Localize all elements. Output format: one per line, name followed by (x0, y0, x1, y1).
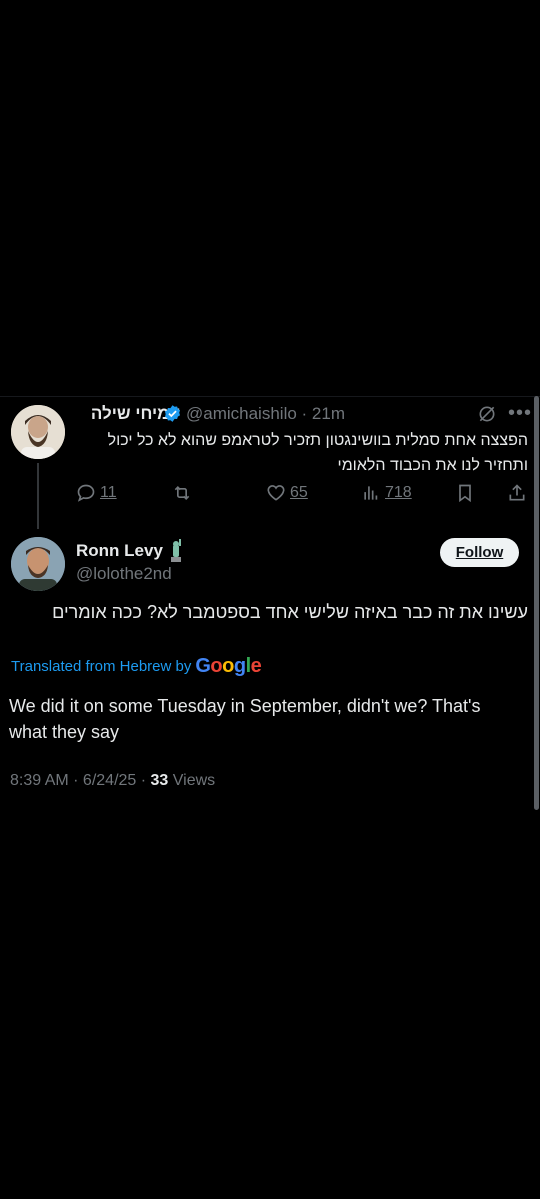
verified-badge-icon (164, 405, 181, 422)
views-icon (364, 486, 378, 500)
handle[interactable]: @lolothe2nd (76, 564, 172, 584)
more-icon[interactable]: ••• (508, 402, 532, 425)
like-count: 65 (290, 484, 308, 501)
avatar[interactable] (11, 537, 65, 591)
reply-icon (77, 484, 95, 502)
divider (0, 396, 540, 397)
share-button[interactable] (507, 483, 527, 503)
bookmark-button[interactable] (455, 483, 475, 503)
share-icon (509, 484, 525, 501)
tweet-text: הפצצה אחת סמלית בוושינגטון תזכיר לטראמפ … (107, 432, 528, 474)
reply-button[interactable]: 11 (76, 483, 117, 503)
avatar-image (11, 405, 65, 459)
retweet-button[interactable] (172, 483, 192, 503)
grok-icon[interactable] (477, 404, 497, 424)
translated-text: We did it on some Tuesday in September, … (9, 696, 481, 742)
timestamp: 8:39 AM · 6/24/25 · (10, 772, 151, 789)
view-count: 33 (150, 772, 169, 789)
views-label: Views (168, 772, 216, 789)
like-icon (267, 485, 285, 501)
tweet-metadata: 8:39 AM · 6/24/25 · 33 Views (10, 772, 215, 790)
google-logo: Google (195, 655, 262, 677)
retweet-icon (174, 485, 190, 501)
translation-label: Translated from Hebrew by (11, 658, 192, 675)
follow-button[interactable]: Follow (440, 538, 519, 567)
avatar[interactable] (11, 405, 65, 459)
avatar-image (11, 537, 65, 591)
scrollbar[interactable] (534, 396, 539, 810)
translation-attribution[interactable]: Translated from Hebrew by Google (11, 655, 262, 678)
view-count: 718 (385, 484, 412, 501)
thread-connector (37, 463, 39, 529)
like-button[interactable]: 65 (266, 483, 308, 503)
bookmark-icon (459, 484, 471, 503)
handle: @amichaishilo (186, 404, 297, 423)
post-time: 21m (311, 404, 345, 423)
handle-and-time[interactable]: @amichaishilo · 21m (186, 404, 345, 424)
tweet-text: עשינו את זה כבר באיזה שלישי אחד בספטמבר … (52, 602, 528, 622)
views-button[interactable]: 718 (361, 483, 412, 503)
statue-of-liberty-icon (171, 539, 181, 562)
display-name[interactable]: Ronn Levy (76, 541, 163, 561)
reply-count: 11 (100, 484, 117, 501)
